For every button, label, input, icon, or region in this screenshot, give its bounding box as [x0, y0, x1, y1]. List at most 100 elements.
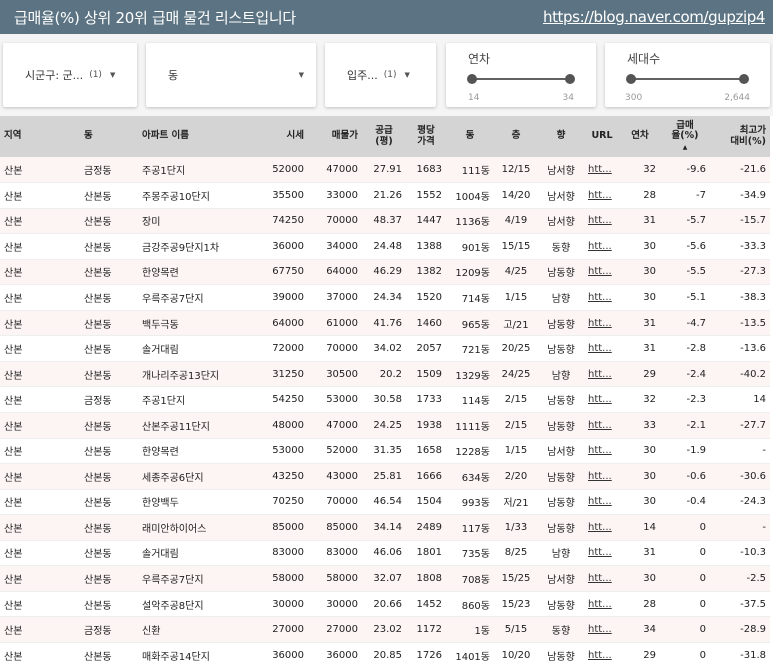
table-row[interactable]: 산본 산본동 백두극동 64000 61000 41.76 1460 965동 고/21 남동향 h… — [0, 310, 770, 337]
cell-price-per-pyeong: 1726 — [406, 642, 446, 667]
table-row[interactable]: 산본 금정동 주공1단지 52000 47000 27.91 1683 111동 12/15 남서… — [0, 157, 770, 184]
cell-price-per-pyeong: 1683 — [406, 157, 446, 184]
cell-url[interactable]: htt... — [584, 463, 620, 490]
table-row[interactable]: 산본 산본동 주몽주공10단지 35500 33000 21.26 1552 1004동 14/… — [0, 182, 770, 209]
listing-url-link[interactable]: htt... — [588, 573, 612, 584]
cell-dong: 산본동 — [80, 259, 138, 286]
cell-building: 708동 — [446, 565, 494, 592]
table-row[interactable]: 산본 산본동 한양목련 53000 52000 31.35 1658 1228동 1/15 남서향… — [0, 438, 770, 465]
households-range-slider[interactable]: 세대수 300 2,644 — [605, 43, 770, 107]
cell-url[interactable]: htt... — [584, 514, 620, 541]
cell-market-price: 64000 — [258, 310, 308, 337]
table-row[interactable]: 산본 산본동 한양목련 67750 64000 46.29 1382 1209동 4/25 남동향… — [0, 259, 770, 286]
col-header-listing-price[interactable]: 매물가 — [308, 116, 362, 157]
listing-url-link[interactable]: htt... — [588, 496, 612, 507]
cell-url[interactable]: htt... — [584, 489, 620, 516]
col-header-apt-name[interactable]: 아파트 이름 — [138, 116, 258, 157]
cell-url[interactable]: htt... — [584, 335, 620, 362]
col-header-vs-highest[interactable]: 최고가 대비(%) — [710, 116, 770, 157]
table-row[interactable]: 산본 산본동 우륵주공7단지 58000 58000 32.07 1808 708동 15/25… — [0, 565, 770, 592]
table-row[interactable]: 산본 산본동 금강주공9단지1차 36000 34000 24.48 1388 901동 15/… — [0, 233, 770, 260]
cell-url[interactable]: htt... — [584, 182, 620, 209]
cell-url[interactable]: htt... — [584, 284, 620, 311]
listing-url-link[interactable]: htt... — [588, 164, 612, 175]
listing-url-link[interactable]: htt... — [588, 445, 612, 456]
col-header-market-price[interactable]: 시세 — [258, 116, 308, 157]
table-row[interactable]: 산본 산본동 우륵주공7단지 39000 37000 24.34 1520 714동 1/15 남… — [0, 284, 770, 311]
listing-url-link[interactable]: htt... — [588, 599, 612, 610]
listing-url-link[interactable]: htt... — [588, 650, 612, 661]
table-row[interactable]: 산본 산본동 설악주공8단지 30000 30000 20.66 1452 860동 15/23… — [0, 591, 770, 618]
table-row[interactable]: 산본 산본동 장미 74250 70000 48.37 1447 1136동 4/19 남서향 ht… — [0, 208, 770, 235]
table-row[interactable]: 산본 금정동 주공1단지 54250 53000 30.58 1733 114동 2/15 남동향… — [0, 386, 770, 413]
col-header-building[interactable]: 동 — [446, 116, 494, 157]
cell-url[interactable]: htt... — [584, 591, 620, 618]
cell-url[interactable]: htt... — [584, 259, 620, 286]
table-row[interactable]: 산본 산본동 세종주공6단지 43250 43000 25.81 1666 634동 2/20 남… — [0, 463, 770, 490]
listing-url-link[interactable]: htt... — [588, 522, 612, 533]
age-slider-min-handle[interactable] — [467, 74, 477, 84]
table-row[interactable]: 산본 산본동 매화주공14단지 36000 36000 20.85 1726 1401동 10/… — [0, 642, 770, 667]
table-row[interactable]: 산본 산본동 래미안하이어스 85000 85000 34.14 2489 117동 1/33 남… — [0, 514, 770, 541]
listing-url-link[interactable]: htt... — [588, 369, 612, 380]
col-header-urgent-rate[interactable]: 급매 율(%) ▲ — [660, 116, 710, 157]
move-in-filter-dropdown[interactable]: 입주... (1) ▼ — [325, 43, 436, 107]
cell-url[interactable]: htt... — [584, 310, 620, 337]
col-header-floor[interactable]: 층 — [494, 116, 538, 157]
cell-url[interactable]: htt... — [584, 616, 620, 643]
cell-url[interactable]: htt... — [584, 642, 620, 667]
cell-supply-area: 24.25 — [362, 412, 406, 439]
dong-filter-dropdown[interactable]: 동 ▼ — [146, 43, 316, 107]
col-header-url[interactable]: URL — [584, 116, 620, 157]
table-row[interactable]: 산본 산본동 솔거대림 83000 83000 46.06 1801 735동 8/25 남향 ht… — [0, 540, 770, 567]
col-header-price-per-pyeong[interactable]: 평당 가격 — [406, 116, 446, 157]
col-header-direction[interactable]: 향 — [538, 116, 584, 157]
cell-url[interactable]: htt... — [584, 157, 620, 184]
col-header-region[interactable]: 지역 — [0, 116, 80, 157]
listing-url-link[interactable]: htt... — [588, 343, 612, 354]
listing-url-link[interactable]: htt... — [588, 190, 612, 201]
table-row[interactable]: 산본 금정동 신환 27000 27000 23.02 1172 1동 5/15 동향 htt...… — [0, 616, 770, 643]
listing-url-link[interactable]: htt... — [588, 266, 612, 277]
listing-url-link[interactable]: htt... — [588, 318, 612, 329]
table-row[interactable]: 산본 산본동 한양백두 70250 70000 46.54 1504 993동 저/21 남동향 h… — [0, 489, 770, 516]
listing-url-link[interactable]: htt... — [588, 624, 612, 635]
cell-direction: 동향 — [538, 616, 584, 643]
col-header-supply-area[interactable]: 공급 (평) — [362, 116, 406, 157]
cell-vs-highest: -34.9 — [710, 182, 770, 209]
cell-url[interactable]: htt... — [584, 361, 620, 388]
col-header-age[interactable]: 연차 — [620, 116, 660, 157]
cell-url[interactable]: htt... — [584, 565, 620, 592]
cell-market-price: 27000 — [258, 616, 308, 643]
cell-url[interactable]: htt... — [584, 386, 620, 413]
cell-url[interactable]: htt... — [584, 412, 620, 439]
cell-url[interactable]: htt... — [584, 438, 620, 465]
listing-url-link[interactable]: htt... — [588, 215, 612, 226]
sort-desc-icon: ▲ — [682, 143, 688, 151]
listing-url-link[interactable]: htt... — [588, 394, 612, 405]
table-row[interactable]: 산본 산본동 개나리주공13단지 31250 30500 20.2 1509 1329동 24/… — [0, 361, 770, 388]
cell-region: 산본 — [0, 361, 80, 388]
age-slider-max-handle[interactable] — [565, 74, 575, 84]
cell-floor: 2/15 — [494, 386, 538, 413]
age-range-slider[interactable]: 연차 14 34 — [446, 43, 596, 107]
blog-link[interactable]: https://blog.naver.com/gupzip4 — [543, 8, 765, 26]
cell-vs-highest: -15.7 — [710, 208, 770, 235]
listing-url-link[interactable]: htt... — [588, 292, 612, 303]
households-slider-min-handle[interactable] — [626, 74, 636, 84]
listing-url-link[interactable]: htt... — [588, 547, 612, 558]
cell-url[interactable]: htt... — [584, 233, 620, 260]
listing-url-link[interactable]: htt... — [588, 471, 612, 482]
cell-url[interactable]: htt... — [584, 208, 620, 235]
district-filter-dropdown[interactable]: 시군구: 군... (1) ▼ — [3, 43, 137, 107]
col-header-dong[interactable]: 동 — [80, 116, 138, 157]
table-row[interactable]: 산본 산본동 솔거대림 72000 70000 34.02 2057 721동 20/25 남동향… — [0, 335, 770, 362]
listing-url-link[interactable]: htt... — [588, 420, 612, 431]
table-row[interactable]: 산본 산본동 산본주공11단지 48000 47000 24.25 1938 1111동 2/1… — [0, 412, 770, 439]
households-slider-max-handle[interactable] — [739, 74, 749, 84]
households-slider-track[interactable] — [631, 78, 744, 80]
cell-direction: 남동향 — [538, 514, 584, 541]
cell-url[interactable]: htt... — [584, 540, 620, 567]
age-slider-track[interactable] — [472, 78, 570, 80]
listing-url-link[interactable]: htt... — [588, 241, 612, 252]
